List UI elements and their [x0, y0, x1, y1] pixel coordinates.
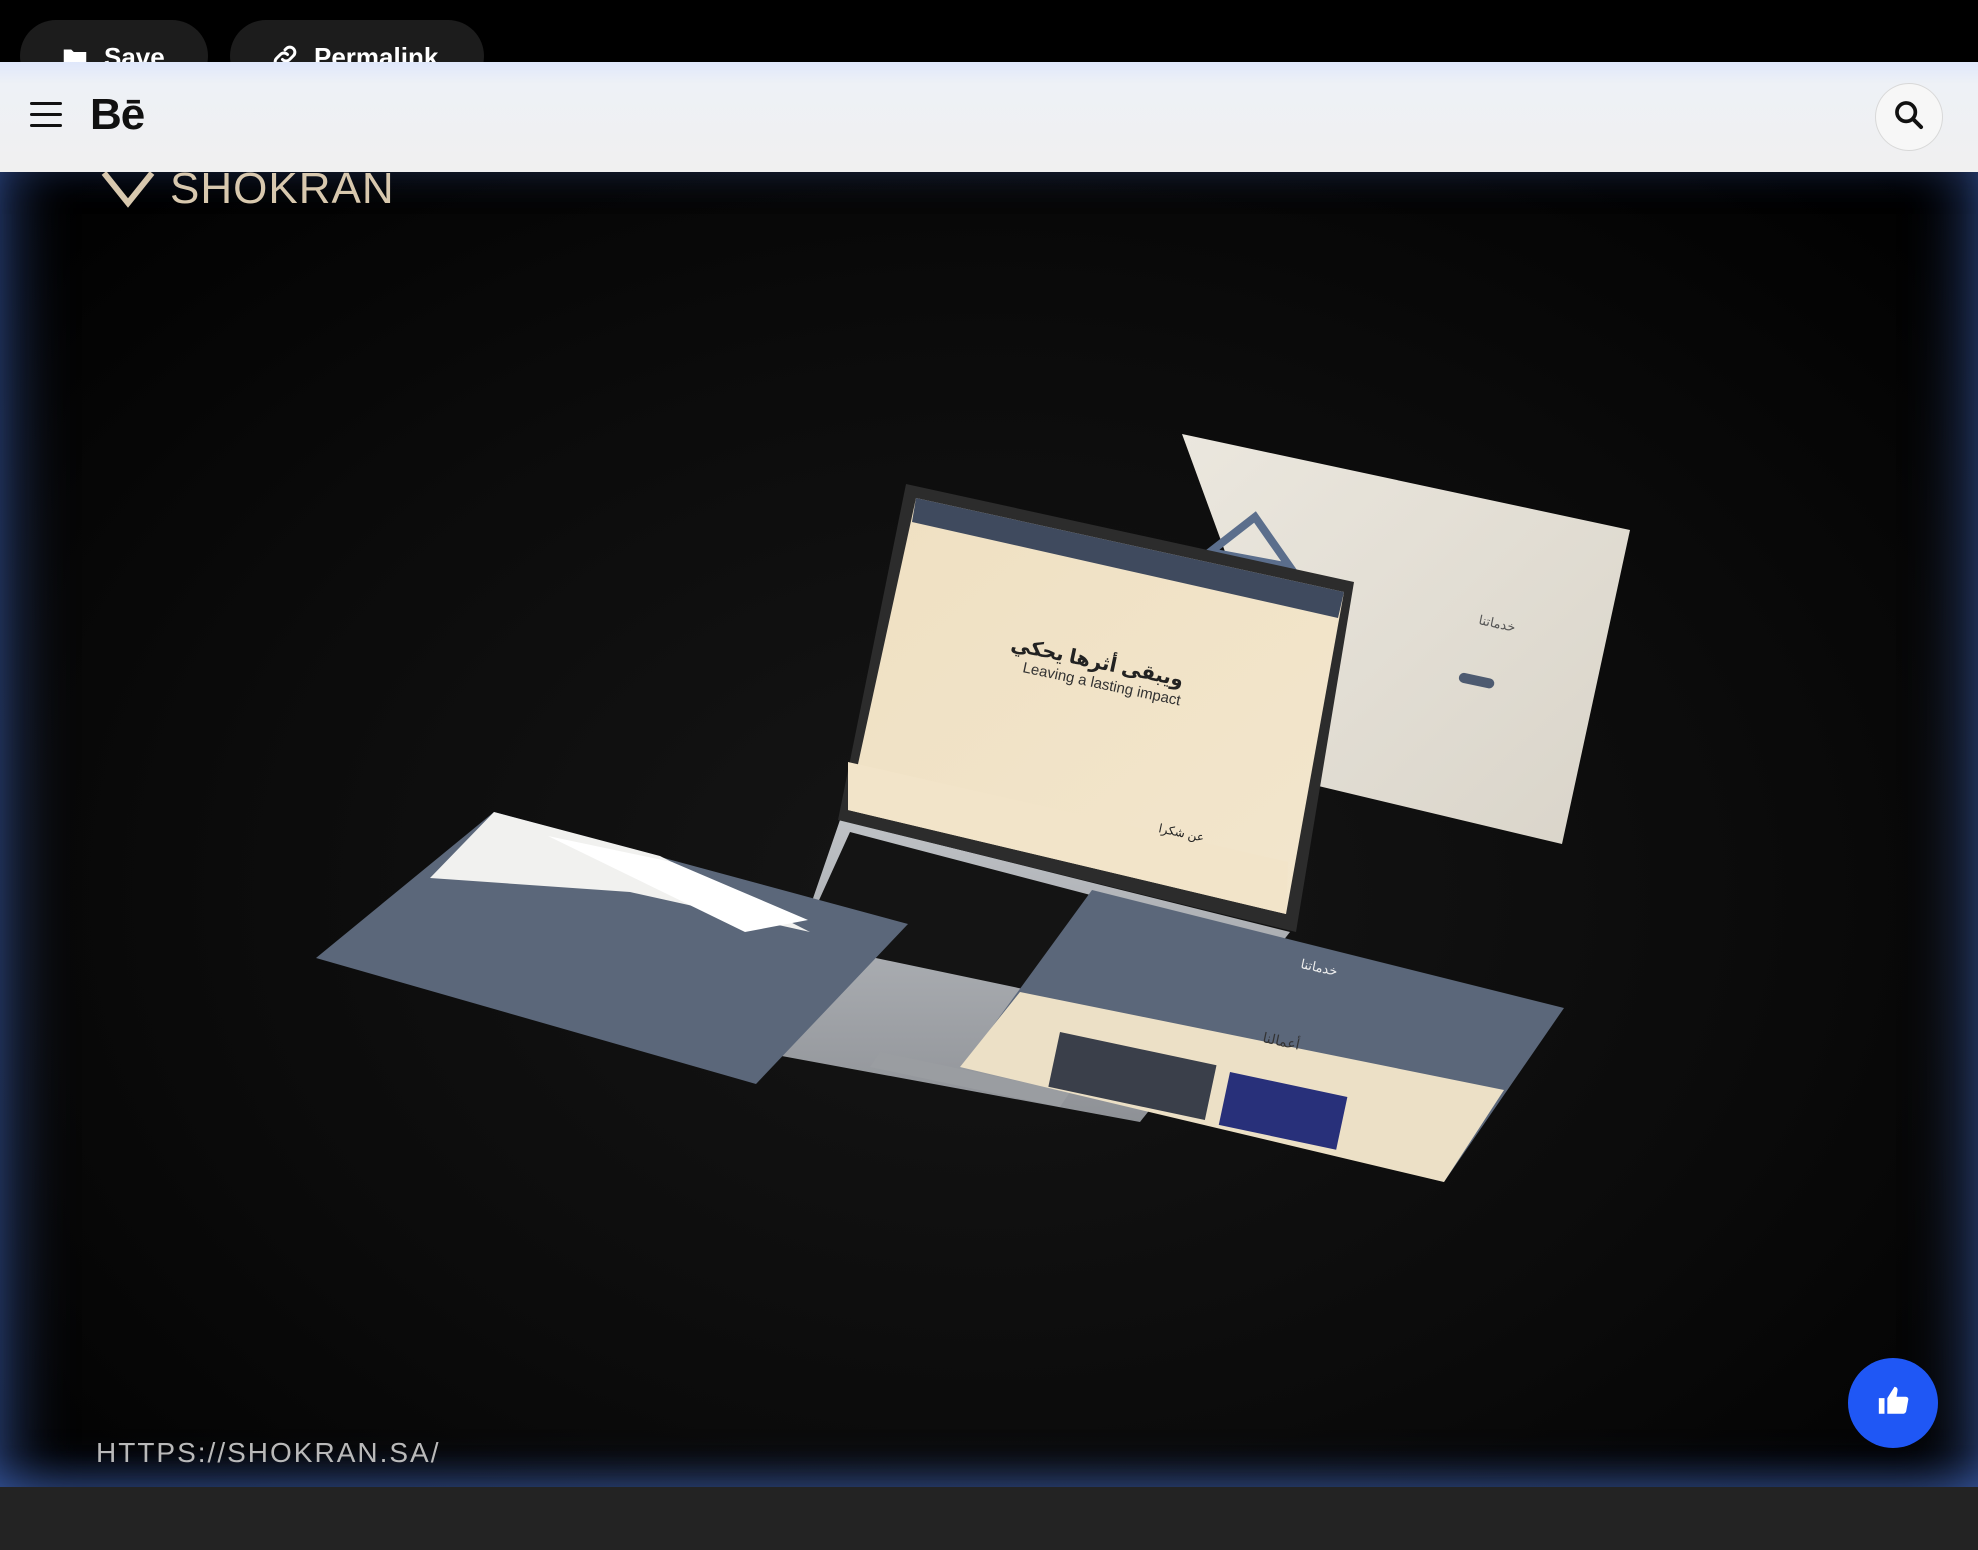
project-top-bar: Save Permalink: [0, 0, 1978, 62]
search-button[interactable]: [1876, 84, 1942, 150]
permalink-button-label: Permalink: [314, 42, 439, 62]
save-button-label: Save: [104, 42, 165, 62]
permalink-button[interactable]: Permalink: [230, 20, 484, 62]
project-image: SHOKRAN خدماتنا ويبقى أثرها يحكي Leaving…: [0, 172, 1978, 1487]
search-icon: [1892, 98, 1926, 137]
behance-logo[interactable]: Bē: [90, 90, 145, 140]
site-header: Bē: [0, 62, 1978, 172]
save-button[interactable]: Save: [20, 20, 208, 62]
thumbs-up-icon: [1876, 1384, 1910, 1423]
project-url-text: HTTPS://SHOKRAN.SA/: [96, 1437, 441, 1468]
device-mockup: خدماتنا ويبقى أثرها يحكي Leaving a lasti…: [316, 434, 1630, 1182]
folder-icon: [60, 42, 90, 62]
hamburger-menu-icon[interactable]: [30, 102, 62, 128]
appreciate-button[interactable]: [1848, 1358, 1938, 1448]
link-icon: [270, 42, 300, 62]
page-footer-strip: [0, 1487, 1978, 1550]
